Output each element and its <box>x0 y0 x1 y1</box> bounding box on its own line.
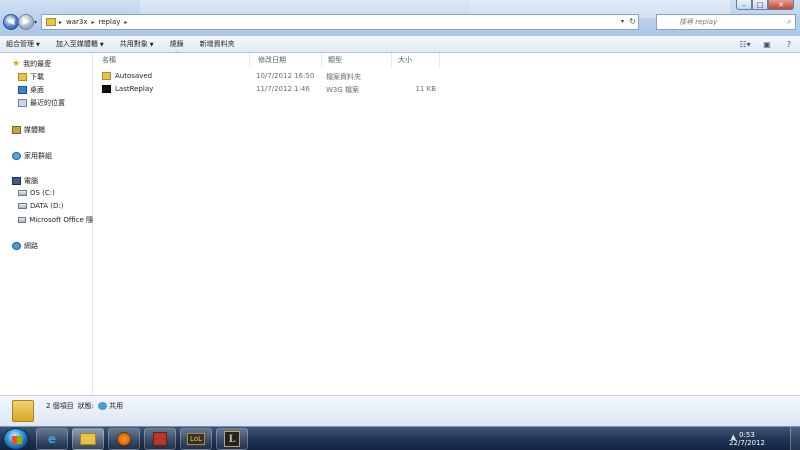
file-date: 11/7/2012 1:46 <box>256 85 310 93</box>
organize-button[interactable]: 組合管理 ▼ <box>6 39 40 49</box>
minimize-button[interactable]: – <box>736 0 752 10</box>
homegroup-icon <box>12 152 21 160</box>
close-button[interactable]: ✕ <box>768 0 794 10</box>
file-name: Autosaved <box>102 72 152 80</box>
nav-libraries[interactable]: 媒體櫃 <box>12 125 45 135</box>
refresh-icon[interactable]: ↻ <box>629 17 636 26</box>
shared-icon <box>98 402 108 410</box>
nav-computer[interactable]: 電腦 <box>12 176 38 186</box>
w3g-file-icon <box>102 85 111 93</box>
add-to-library-button[interactable]: 加入至媒體櫃 ▼ <box>56 39 104 49</box>
library-icon <box>12 126 21 134</box>
address-dropdown[interactable]: ▾ <box>621 18 624 25</box>
nav-drive-office[interactable]: Microsoft Office 隨 <box>18 215 93 225</box>
column-header-type[interactable]: 類型 <box>322 53 392 67</box>
nav-favorites[interactable]: ★ 我的最愛 <box>12 59 51 69</box>
folder-icon <box>46 18 56 26</box>
internet-explorer-icon: e <box>47 432 57 446</box>
navigation-pane: ★ 我的最愛 下載 桌面 最近的位置 媒體櫃 家用群組 電腦 OS (C:) D… <box>0 53 93 395</box>
breadcrumb-separator[interactable]: ▸ <box>124 19 127 26</box>
address-bar[interactable]: ▸ war3x ▸ replay ▸ ▾ ↻ <box>41 14 639 30</box>
star-icon: ★ <box>12 59 21 69</box>
drive-icon <box>18 217 27 223</box>
clock-date: 22/7/2012 <box>729 439 765 447</box>
recent-places-icon <box>18 99 27 107</box>
state-value: 共用 <box>109 402 124 410</box>
details-summary: 2 個項目 狀態: 共用 <box>46 401 123 411</box>
window-titlebar: – □ ✕ ◀ ▶ ▾ ▸ war3x ▸ replay ▸ ▾ ↻ 搜尋 re… <box>0 0 800 36</box>
back-button[interactable]: ◀ <box>3 14 19 30</box>
clock-time: 0:53 <box>739 431 755 439</box>
details-pane: 2 個項目 狀態: 共用 <box>0 395 800 426</box>
folder-icon <box>102 72 111 80</box>
nav-downloads[interactable]: 下載 <box>18 72 44 82</box>
breadcrumb-war3x[interactable]: war3x <box>66 18 88 26</box>
system-clock[interactable]: 0:53 22/7/2012 <box>724 431 770 447</box>
file-type: 檔案資料夾 <box>326 73 361 81</box>
taskbar-lol-launcher[interactable]: LoL <box>180 428 212 450</box>
breadcrumb-separator[interactable]: ▸ <box>59 19 62 26</box>
start-button[interactable] <box>3 428 29 450</box>
column-header-name[interactable]: 名稱 <box>96 53 250 67</box>
window-controls: – □ ✕ <box>736 0 794 10</box>
state-label: 狀態: <box>77 402 95 410</box>
drive-icon <box>18 190 27 196</box>
drive-icon <box>18 203 27 209</box>
taskbar-explorer[interactable] <box>72 428 104 450</box>
preview-pane-icon[interactable]: ▣ <box>760 39 774 50</box>
burn-button[interactable]: 燒錄 <box>170 39 184 49</box>
file-size: 11 KB <box>415 85 436 93</box>
file-date: 10/7/2012 16:50 <box>256 72 315 80</box>
network-icon <box>12 242 21 250</box>
file-type: W3G 檔案 <box>326 86 360 94</box>
file-row[interactable]: Autosaved 10/7/2012 16:50 檔案資料夾 <box>102 72 442 84</box>
forward-button[interactable]: ▶ <box>18 14 34 30</box>
desktop-icon <box>18 86 27 94</box>
file-row[interactable]: LastReplay 11/7/2012 1:46 W3G 檔案 11 KB <box>102 85 442 97</box>
item-count: 2 個項目 <box>46 402 74 410</box>
file-name: LastReplay <box>102 85 153 93</box>
maximize-button[interactable]: □ <box>752 0 768 10</box>
recent-pages-dropdown[interactable]: ▾ <box>34 19 37 26</box>
search-input[interactable]: 搜尋 replay ⌕ <box>656 14 796 30</box>
folder-icon <box>12 400 34 422</box>
nav-drive-d[interactable]: DATA (D:) <box>18 202 63 210</box>
taskbar-media-player[interactable] <box>108 428 140 450</box>
breadcrumb-separator[interactable]: ▸ <box>92 19 95 26</box>
nav-recent[interactable]: 最近的位置 <box>18 98 65 108</box>
show-desktop-button[interactable] <box>790 427 800 450</box>
help-icon[interactable]: ? <box>782 39 796 50</box>
media-player-icon <box>117 432 131 446</box>
view-controls: ☷▾ ▣ ? <box>730 39 796 50</box>
taskbar-internet-explorer[interactable]: e <box>36 428 68 450</box>
breadcrumb-replay[interactable]: replay <box>99 18 121 26</box>
change-view-icon[interactable]: ☷▾ <box>738 39 752 50</box>
computer-icon <box>12 177 21 185</box>
nav-desktop[interactable]: 桌面 <box>18 85 44 95</box>
app-icon <box>153 432 167 446</box>
column-header-date[interactable]: 修改日期 <box>252 53 322 67</box>
taskbar-lol-client[interactable]: L <box>216 428 248 450</box>
search-placeholder: 搜尋 replay <box>679 18 718 26</box>
command-bar: 組合管理 ▼ 加入至媒體櫃 ▼ 共用對象 ▼ 燒錄 新增資料夾 ☷▾ ▣ ? <box>0 36 800 53</box>
windows-logo-icon <box>12 436 22 444</box>
lol-launcher-icon: LoL <box>187 433 205 445</box>
taskbar-app[interactable] <box>144 428 176 450</box>
file-list: ⌃ 名稱 修改日期 類型 大小 Autosaved 10/7/2012 16:5… <box>94 51 800 395</box>
explorer-folder-icon <box>80 433 96 445</box>
lol-client-icon: L <box>224 431 240 447</box>
new-folder-button[interactable]: 新增資料夾 <box>200 39 235 49</box>
nav-homegroup[interactable]: 家用群組 <box>12 151 52 161</box>
nav-network[interactable]: 網路 <box>12 241 38 251</box>
share-with-button[interactable]: 共用對象 ▼ <box>120 39 154 49</box>
downloads-folder-icon <box>18 73 27 81</box>
nav-drive-c[interactable]: OS (C:) <box>18 189 55 197</box>
search-icon[interactable]: ⌕ <box>787 17 791 27</box>
taskbar: e LoL L ▲ 0:53 22/7/2012 <box>0 426 800 450</box>
column-header-size[interactable]: 大小 <box>392 53 440 67</box>
